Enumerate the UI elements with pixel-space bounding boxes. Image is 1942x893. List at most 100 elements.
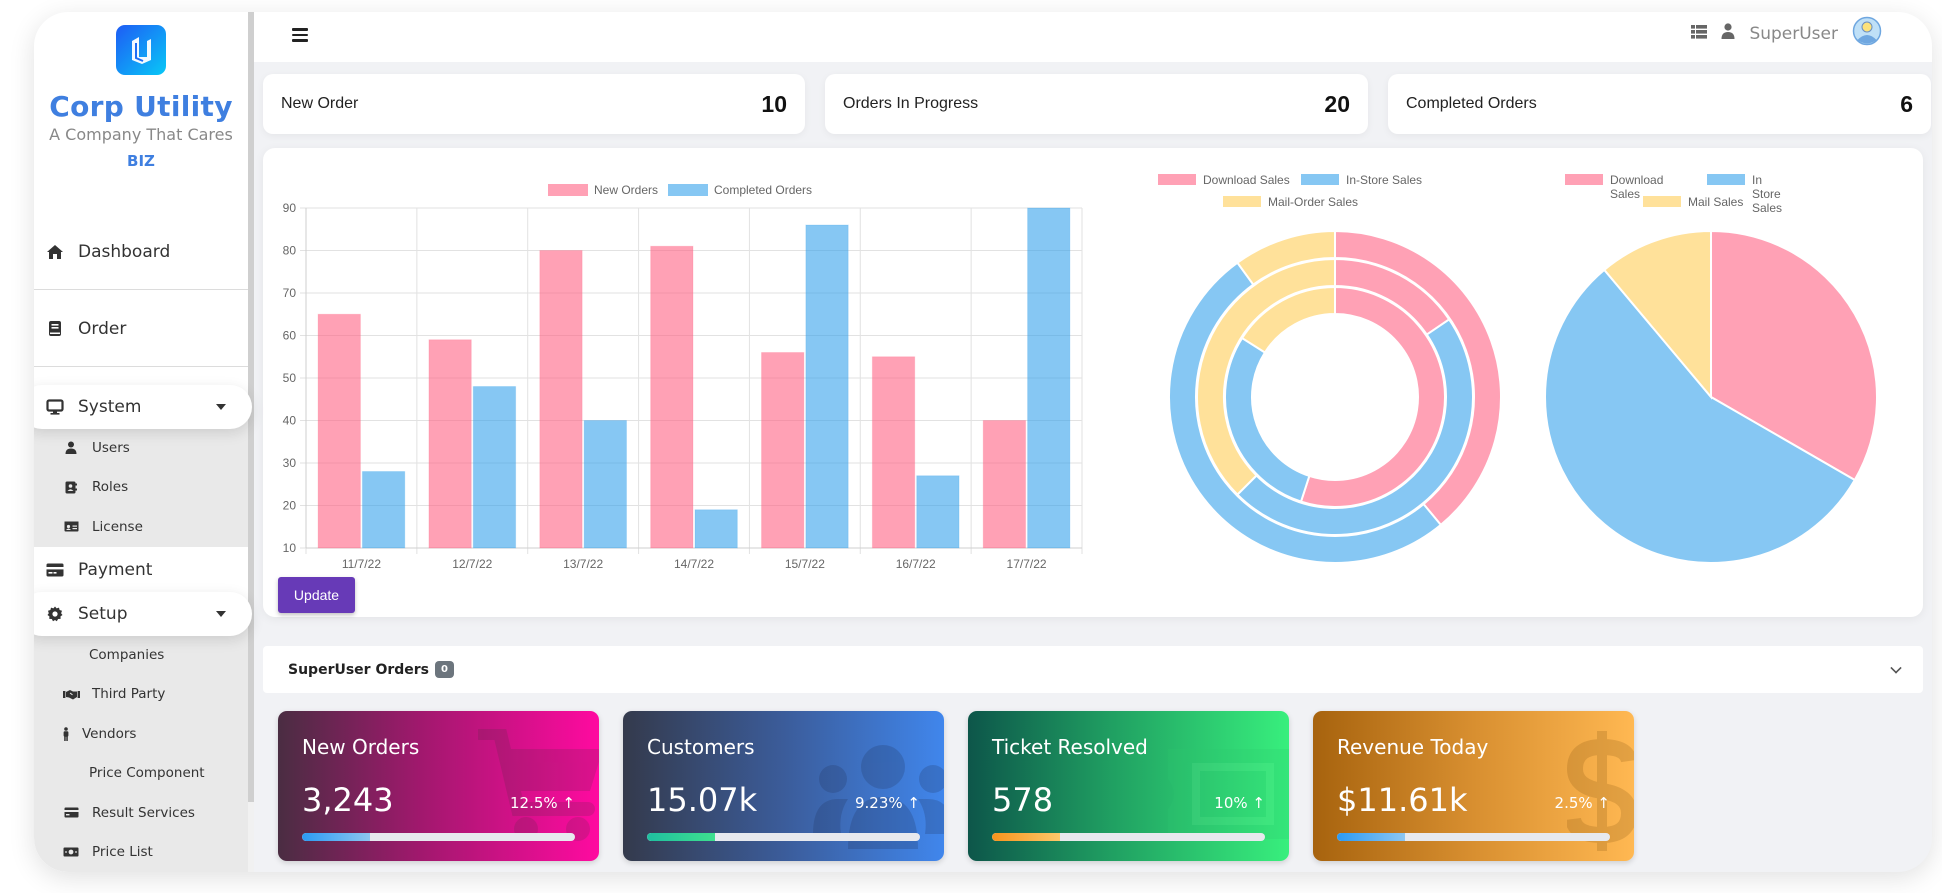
username[interactable]: SuperUser	[1749, 24, 1838, 44]
legend-label-line: In	[1752, 173, 1762, 187]
person-icon	[62, 726, 70, 741]
y-tick-label: 70	[283, 286, 297, 300]
sidebar-item-order[interactable]: Order	[34, 291, 248, 367]
list-icon[interactable]	[1691, 24, 1708, 44]
sidebar-item-label: System	[78, 397, 142, 417]
legend-swatch	[1223, 196, 1261, 207]
address-book-icon	[62, 481, 80, 494]
sidebar-subitem-third-party[interactable]: Third Party	[34, 675, 248, 715]
kpi-card-customers: Customers 15.07k 9.23% ↑	[623, 711, 944, 861]
bar-completed-orders	[916, 475, 960, 549]
sidebar-item-dashboard[interactable]: Dashboard	[34, 214, 248, 290]
x-tick-label: 15/7/22	[785, 557, 825, 571]
arrow-up-icon: ↑	[1597, 794, 1610, 812]
sidebar-subitem-roles[interactable]: Roles	[34, 468, 248, 508]
hamburger-icon[interactable]	[292, 28, 308, 42]
sidebar-item-label: Setup	[78, 604, 128, 624]
y-tick-label: 40	[283, 414, 297, 428]
kpi-title: Ticket Resolved	[992, 735, 1148, 759]
sidebar-subitem-vendors[interactable]: Vendors	[34, 714, 248, 754]
sidebar-item-label: Order	[78, 318, 127, 339]
cart-icon	[478, 729, 599, 841]
user-icon	[62, 441, 80, 455]
kpi-progress	[302, 833, 575, 841]
kpi-progress	[1337, 833, 1610, 841]
stat-label: Orders In Progress	[843, 95, 979, 112]
legend-swatch	[1565, 174, 1603, 185]
bar-new-orders	[539, 250, 583, 549]
kpi-change-value: 2.5%	[1554, 794, 1593, 812]
legend-swatch	[548, 184, 588, 196]
avatar-icon[interactable]	[1852, 16, 1882, 51]
update-button[interactable]: Update	[278, 577, 355, 613]
sidebar-subitem-price-list[interactable]: Price List	[34, 833, 248, 873]
bar-new-orders	[761, 352, 805, 549]
sidebar-subitem-price-component[interactable]: Price Component	[34, 754, 248, 794]
kpi-progress	[647, 833, 920, 841]
sidebar-subitem-result-services[interactable]: Result Services	[34, 793, 248, 833]
count-badge: 0	[435, 661, 454, 678]
arrow-up-icon: ↑	[562, 794, 575, 812]
y-tick-label: 10	[283, 541, 297, 555]
x-tick-label: 11/7/22	[342, 557, 381, 571]
sidebar-subitem-label: Roles	[92, 479, 129, 496]
sidebar-subitem-companies[interactable]: Companies	[34, 635, 248, 675]
kpi-card-revenue-today: Revenue Today $11.61k 2.5% ↑	[1313, 711, 1634, 861]
sidebar-subitem-label: Price List	[92, 844, 153, 861]
stat-value: 10	[761, 90, 787, 117]
y-tick-label: 80	[283, 244, 297, 258]
pie-chart: Download SalesIn Store SalesMail Sales	[1544, 173, 1878, 564]
brand-tag: BIZ	[127, 152, 155, 170]
sidebar-item-system[interactable]: System	[34, 385, 252, 429]
sidebar-subitem-label: Vendors	[82, 725, 137, 742]
bar-completed-orders	[361, 471, 406, 549]
kpi-progress-fill	[647, 833, 716, 841]
bar-completed-orders	[472, 386, 517, 549]
kpi-progress-fill	[1337, 833, 1406, 841]
sidebar-subitem-label: Users	[92, 439, 130, 456]
chevron-down-icon[interactable]	[1890, 662, 1902, 674]
arrow-up-icon: ↑	[1252, 794, 1265, 812]
topbar-user-area: SuperUser	[1691, 16, 1882, 51]
kpi-card-new-orders: New Orders 3,243 12.5% ↑	[278, 711, 599, 861]
legend-label-line: Sales	[1752, 201, 1782, 215]
sidebar-item-setup[interactable]: Setup	[34, 592, 252, 636]
bar-new-orders	[650, 245, 694, 549]
legend-swatch	[1301, 174, 1339, 185]
legend-swatch	[1643, 196, 1681, 207]
legend-label: Mail-Order Sales	[1268, 195, 1358, 209]
stat-label: Completed Orders	[1406, 95, 1537, 112]
y-tick-label: 90	[283, 201, 297, 215]
kpi-value: 578	[992, 781, 1054, 819]
kpi-title: Revenue Today	[1337, 735, 1489, 759]
kpi-change-value: 12.5%	[509, 794, 558, 812]
kpi-progress-fill	[992, 833, 1061, 841]
x-tick-label: 16/7/22	[896, 557, 936, 571]
superuser-orders-header[interactable]: SuperUser Orders 0	[263, 646, 1923, 693]
kpi-change-value: 10%	[1214, 794, 1248, 812]
stat-card-orders-in-progress: Orders In Progress 20	[825, 74, 1368, 134]
sidebar-subitem-license[interactable]: License	[34, 507, 248, 547]
kpi-value: $11.61k	[1337, 781, 1468, 819]
stat-label: New Order	[281, 95, 359, 112]
id-card-icon	[62, 521, 80, 532]
kpi-progress	[992, 833, 1265, 841]
credit-card-icon	[44, 563, 66, 577]
legend-label-line: Sales	[1610, 187, 1640, 201]
sidebar-subitem-users[interactable]: Users	[34, 428, 248, 468]
legend-label: Mail Sales	[1688, 195, 1743, 209]
monitor-icon	[44, 399, 66, 415]
kpi-progress-fill	[302, 833, 371, 841]
legend-swatch	[1707, 174, 1745, 185]
kpi-change: 10% ↑	[1214, 794, 1265, 812]
legend-label: Completed Orders	[714, 183, 812, 197]
user-icon[interactable]	[1721, 23, 1735, 44]
y-tick-label: 30	[283, 456, 297, 470]
kpi-value: 15.07k	[647, 781, 758, 819]
legend-label-line: Mail Sales	[1688, 195, 1743, 209]
setup-submenu: Companies Third Party Vendors Price Comp…	[34, 617, 248, 872]
bar-new-orders	[982, 420, 1027, 549]
money-bill-icon	[62, 847, 80, 857]
sidebar-item-payment[interactable]: Payment	[34, 547, 248, 593]
caret-down-icon	[216, 404, 226, 410]
